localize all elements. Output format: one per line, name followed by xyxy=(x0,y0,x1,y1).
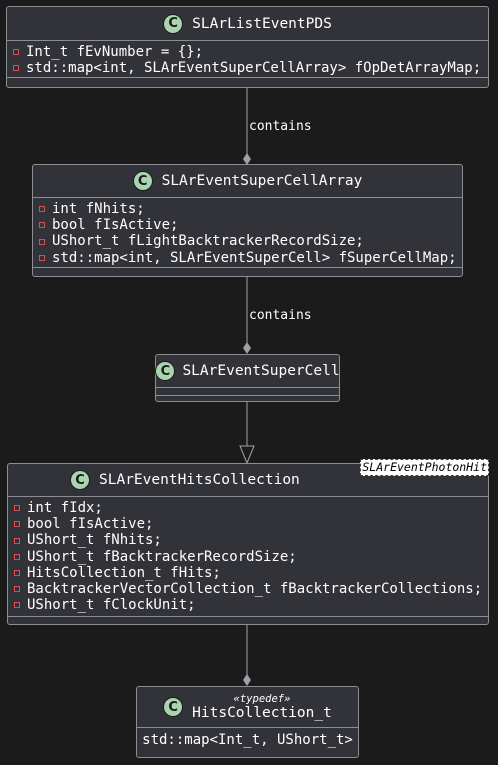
class-slar-list-event-pds[interactable]: C SLArListEventPDS Int_t fEvNumber = {};… xyxy=(6,6,489,88)
attribute-row: UShort_t fBacktrackerRecordSize; xyxy=(14,549,488,565)
class-name: SLArEventSuperCell xyxy=(182,363,340,379)
attribute-text: int fIdx; xyxy=(27,500,103,516)
attribute-list: int fNhits; bool fIsActive; UShort_t fLi… xyxy=(33,198,462,268)
class-name: SLArEventHitsCollection xyxy=(99,472,300,488)
class-header: C SLArListEventPDS xyxy=(7,7,488,41)
private-icon xyxy=(14,553,20,560)
class-header: C SLArEventHitsCollection SLArEventPhoto… xyxy=(8,459,489,497)
attribute-text: std::map<int, SLArEventSuperCellArray> f… xyxy=(26,60,482,77)
attribute-row: int fIdx; xyxy=(14,500,488,516)
private-icon xyxy=(14,537,20,544)
class-name: SLArEventSuperCellArray xyxy=(161,173,363,189)
private-icon xyxy=(13,49,19,56)
class-header: C «typedef» HitsCollection_t xyxy=(137,687,358,728)
inheritance-arrowhead xyxy=(239,445,255,465)
attribute-row: Int_t fEvNumber = {}; xyxy=(13,44,488,60)
class-slar-event-hits-collection[interactable]: C SLArEventHitsCollection SLArEventPhoto… xyxy=(7,459,489,625)
class-c-icon: C xyxy=(70,470,90,490)
class-c-icon: C xyxy=(163,697,184,717)
private-icon xyxy=(14,602,20,609)
private-icon xyxy=(14,569,20,576)
attribute-text: UShort_t fBacktrackerRecordSize; xyxy=(27,548,297,565)
attribute-text: std::map<int, SLArEventSuperCell> fSuper… xyxy=(52,249,457,266)
relation-label-2: contains xyxy=(249,308,312,323)
attribute-text: UShort_t fLightBacktrackerRecordSize; xyxy=(52,233,364,250)
attribute-text: UShort_t fClockUnit; xyxy=(27,597,196,614)
composition-diamond-3 xyxy=(243,674,251,686)
attribute-text: Int_t fEvNumber = {}; xyxy=(26,44,204,60)
class-header: C SLArEventSuperCellArray xyxy=(33,165,462,198)
class-name: HitsCollection_t xyxy=(192,704,332,721)
attribute-text: HitsCollection_t fHits; xyxy=(27,564,221,581)
private-icon xyxy=(39,222,45,229)
class-header: C SLArEventSuperCell xyxy=(155,355,340,388)
stereotype-label: «typedef» xyxy=(233,692,291,705)
attribute-row: UShort_t fClockUnit; xyxy=(14,597,488,613)
relation-label-1: contains xyxy=(249,119,312,134)
class-name: SLArListEventPDS xyxy=(192,15,332,32)
attribute-text: bool fIsActive; xyxy=(52,217,179,234)
private-icon xyxy=(39,206,45,213)
private-icon xyxy=(39,254,45,261)
attribute-row: UShort_t fNhits; xyxy=(14,532,488,548)
attribute-list: int fIdx; bool fIsActive; UShort_t fNhit… xyxy=(8,497,488,617)
attribute-row: std::map<int, SLArEventSuperCellArray> f… xyxy=(13,60,488,76)
class-c-icon: C xyxy=(163,13,184,34)
class-hits-collection-t[interactable]: C «typedef» HitsCollection_t std::map<In… xyxy=(136,686,359,758)
private-icon xyxy=(39,238,45,245)
typedef-body: std::map<Int_t, UShort_t> xyxy=(142,732,353,748)
attribute-row: HitsCollection_t fHits; xyxy=(14,565,488,581)
class-c-icon: C xyxy=(132,171,153,191)
attribute-row: UShort_t fLightBacktrackerRecordSize; xyxy=(39,233,462,249)
attribute-row: bool fIsActive; xyxy=(39,217,462,233)
attribute-row: std::map<int, SLArEventSuperCell> fSuper… xyxy=(39,250,462,266)
private-icon xyxy=(14,521,20,528)
composition-diamond-2 xyxy=(243,342,251,354)
attribute-text: BacktrackerVectorCollection_t fBacktrack… xyxy=(27,581,483,598)
attribute-text: UShort_t fNhits; xyxy=(27,532,162,549)
attribute-text: int fNhits; xyxy=(52,201,145,217)
attribute-row: bool fIsActive; xyxy=(14,516,488,532)
template-parameter: SLArEventPhotonHit xyxy=(360,459,489,476)
class-slar-event-super-cell-array[interactable]: C SLArEventSuperCellArray int fNhits; bo… xyxy=(32,164,463,277)
private-icon xyxy=(14,505,20,512)
attribute-row: BacktrackerVectorCollection_t fBacktrack… xyxy=(14,581,488,597)
attribute-row: int fNhits; xyxy=(39,201,462,217)
attribute-list: Int_t fEvNumber = {}; std::map<int, SLAr… xyxy=(7,41,488,78)
class-c-icon: C xyxy=(155,361,176,381)
class-slar-event-super-cell[interactable]: C SLArEventSuperCell xyxy=(155,354,340,402)
attribute-text: bool fIsActive; xyxy=(27,516,154,533)
private-icon xyxy=(13,65,19,72)
empty-attribute-compartment xyxy=(156,388,339,396)
private-icon xyxy=(14,586,20,593)
